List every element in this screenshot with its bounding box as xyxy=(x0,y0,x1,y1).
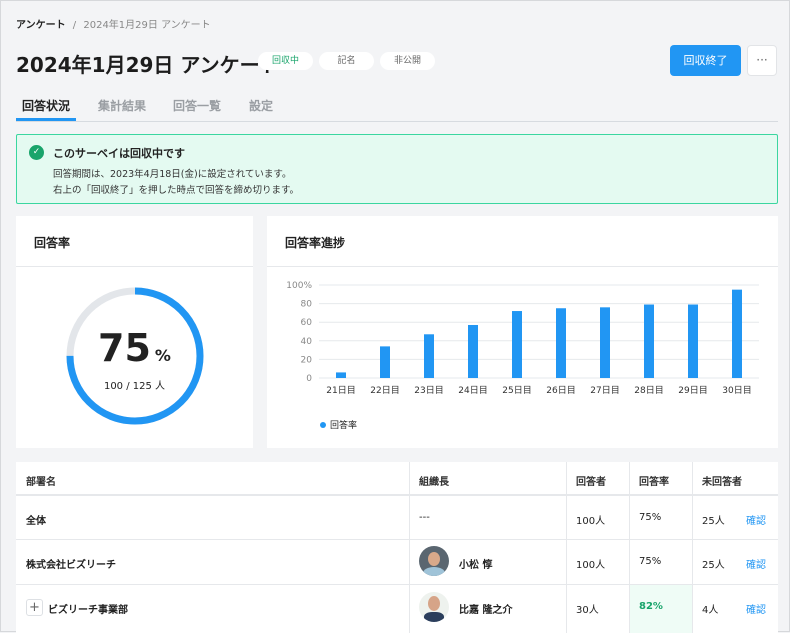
respondents: 30人 xyxy=(576,605,599,616)
leader-name: 比嘉 隆之介 xyxy=(459,605,513,616)
confirm-link[interactable]: 確認 xyxy=(746,556,766,571)
x-tick-label: 24日目 xyxy=(458,385,487,396)
header-department: 部署名 xyxy=(26,477,56,488)
dept-name: 株式会社ビズリーチ xyxy=(26,560,116,571)
breadcrumb-current: 2024年1月29日 アンケート xyxy=(83,20,211,31)
card-title: 回答率 xyxy=(34,236,71,250)
x-tick-label: 26日目 xyxy=(546,385,575,396)
y-tick-label: 80 xyxy=(301,300,313,310)
x-tick-label: 21日目 xyxy=(326,385,355,396)
progress-card: 回答率進捗 0 20 40 60 80 100% 21日目 22日目 23日目 24日目 25日目 2… xyxy=(267,216,778,448)
y-tick-label: 60 xyxy=(301,318,313,328)
respondents: 100人 xyxy=(576,560,606,571)
alert-title: このサーベイは回収中です xyxy=(53,147,185,160)
status-badge: 回収中 xyxy=(258,52,313,70)
chart-legend: 回答率 xyxy=(320,418,357,431)
more-options-button[interactable]: ··· xyxy=(747,45,777,76)
x-tick-label: 25日目 xyxy=(502,385,531,396)
bar xyxy=(336,372,346,378)
bar xyxy=(380,346,390,378)
unanswered: 25人 xyxy=(702,516,725,527)
respondents: 100人 xyxy=(576,516,606,527)
breadcrumb-separator: / xyxy=(72,20,77,31)
tab-results[interactable]: 集計結果 xyxy=(98,97,146,114)
y-tick-label: 20 xyxy=(301,355,313,365)
breadcrumb: アンケート / 2024年1月29日 アンケート xyxy=(16,16,211,31)
x-tick-label: 30日目 xyxy=(722,385,751,396)
rate-number: 75 xyxy=(98,326,151,370)
x-tick-label: 27日目 xyxy=(590,385,619,396)
x-tick-label: 29日目 xyxy=(678,385,707,396)
bar xyxy=(732,289,742,378)
legend-dot-icon xyxy=(320,422,326,428)
more-icon: ··· xyxy=(756,53,768,67)
y-tick-label: 100% xyxy=(286,281,312,291)
leader-name: --- xyxy=(419,512,430,523)
y-tick-label: 40 xyxy=(301,337,313,347)
bar xyxy=(688,304,698,378)
leader-name: 小松 惇 xyxy=(459,560,493,571)
y-tick-label: 0 xyxy=(306,374,312,384)
named-badge: 記名 xyxy=(319,52,374,70)
dept-name: 全体 xyxy=(26,516,46,527)
progress-bar-chart: 0 20 40 60 80 100% 21日目 22日目 23日目 24日目 25日目 26日目 27日… xyxy=(286,281,759,396)
breadcrumb-root[interactable]: アンケート xyxy=(16,20,66,31)
private-badge: 非公開 xyxy=(380,52,435,70)
alert-line-1: 回答期間は、2023年4月18日(金)に設定されています。 xyxy=(53,169,292,180)
dept-name: ビズリーチ事業部 xyxy=(48,605,128,616)
confirm-link[interactable]: 確認 xyxy=(746,601,766,616)
avatar xyxy=(419,546,449,576)
rate: 75% xyxy=(639,512,662,523)
department-table: 部署名 組織長 回答者 回答率 未回答者 全体 --- 100人 75% 25人… xyxy=(16,462,778,633)
bar xyxy=(600,307,610,378)
rate-detail: 100 / 125 人 xyxy=(103,381,166,392)
tab-bar: 回答状況 集計結果 回答一覧 設定 xyxy=(15,93,778,122)
bar xyxy=(424,334,434,378)
x-tick-label: 22日目 xyxy=(370,385,399,396)
bar xyxy=(644,304,654,378)
rate: 82% xyxy=(639,601,663,612)
check-circle-icon: ✓ xyxy=(29,145,44,160)
collecting-alert: ✓ このサーベイは回収中です 回答期間は、2023年4月18日(金)に設定されて… xyxy=(16,134,778,204)
bar xyxy=(512,311,522,378)
x-tick-label: 28日目 xyxy=(634,385,663,396)
header-unanswered: 未回答者 xyxy=(702,477,742,488)
expand-button[interactable]: + xyxy=(26,599,43,616)
legend-label: 回答率 xyxy=(330,421,358,431)
end-collection-button[interactable]: 回収終了 xyxy=(670,45,741,76)
rate-unit: % xyxy=(154,346,171,365)
header-respondents: 回答者 xyxy=(576,477,606,488)
confirm-link[interactable]: 確認 xyxy=(746,512,766,527)
rate: 75% xyxy=(639,556,662,567)
response-rate-card: 回答率 75% 100 / 125 人 xyxy=(16,216,253,448)
bar xyxy=(468,324,478,378)
avatar xyxy=(419,592,449,622)
alert-line-2: 右上の「回収終了」を押した時点で回答を締め切ります。 xyxy=(53,185,300,196)
x-tick-label: 23日目 xyxy=(414,385,443,396)
tab-settings[interactable]: 設定 xyxy=(249,97,273,114)
header-rate: 回答率 xyxy=(639,477,669,488)
unanswered: 25人 xyxy=(702,560,725,571)
page-title: 2024年1月29日 アンケート xyxy=(16,53,280,77)
unanswered: 4人 xyxy=(702,605,719,616)
tab-status[interactable]: 回答状況 xyxy=(15,97,77,121)
bar xyxy=(556,308,566,378)
rate-value: 75% xyxy=(16,326,253,370)
tab-responses[interactable]: 回答一覧 xyxy=(173,97,221,114)
header-leader: 組織長 xyxy=(419,477,449,488)
